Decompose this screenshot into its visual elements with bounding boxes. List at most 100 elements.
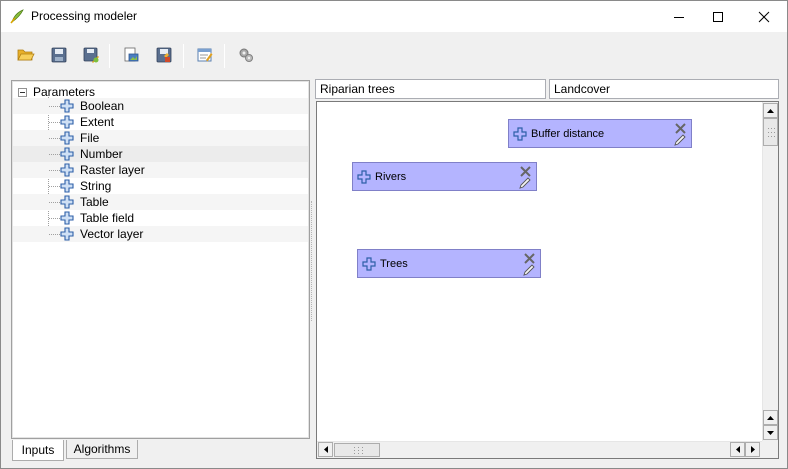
tree-item-file[interactable]: File: [13, 130, 308, 146]
tree-connector: [49, 202, 60, 203]
plus-icon: [60, 131, 74, 145]
close-icon: [758, 11, 770, 22]
remove-node-icon[interactable]: [520, 166, 531, 177]
plus-icon: [60, 147, 74, 161]
processing-modeler-window: Processing modeler Parameters Boolean Ex…: [0, 0, 788, 469]
open-model-button[interactable]: [14, 43, 38, 67]
tree-connector: [49, 186, 60, 187]
maximize-icon: [713, 11, 723, 22]
scroll-down-button[interactable]: [763, 425, 778, 440]
export-python-button[interactable]: [152, 43, 176, 67]
tree-item-table-field[interactable]: Table field: [13, 210, 308, 226]
folder-open-icon: [17, 49, 35, 61]
maximize-button[interactable]: [701, 1, 735, 32]
model-group-input[interactable]: [549, 79, 779, 99]
save-as-button[interactable]: [79, 43, 103, 67]
tree-item-label: Extent: [80, 115, 115, 129]
tree-root-label: Parameters: [33, 85, 96, 99]
run-model-button[interactable]: [234, 43, 258, 67]
vertical-scroll-thumb[interactable]: [763, 118, 778, 146]
node-label: Buffer distance: [531, 128, 605, 140]
tab-inputs-label: Inputs: [21, 443, 55, 457]
tree-item-number[interactable]: Number: [13, 146, 308, 162]
gears-icon: [239, 48, 253, 62]
tree-item-label: Boolean: [80, 99, 125, 113]
close-button[interactable]: [747, 1, 781, 32]
scroll-up-button[interactable]: [763, 103, 778, 118]
arrow-left-icon: [323, 446, 328, 453]
scroll-left-button-lower[interactable]: [730, 442, 745, 457]
model-name-input[interactable]: [315, 79, 546, 99]
tree-connector: [49, 218, 60, 219]
plus-icon: [60, 99, 74, 113]
export-image-icon: [124, 47, 139, 62]
tree-item-table[interactable]: Table: [13, 194, 308, 210]
toolbar: [1, 32, 787, 78]
remove-node-icon[interactable]: [675, 123, 686, 134]
vertical-scrollbar[interactable]: [762, 102, 778, 441]
horizontal-scrollbar[interactable]: [317, 441, 762, 458]
qgis-app-icon: [10, 9, 24, 24]
tree-item-raster-layer[interactable]: Raster layer: [13, 162, 308, 178]
plus-icon: [60, 179, 74, 193]
inputs-tree-panel: Parameters Boolean Extent File Number Raster…: [11, 80, 310, 439]
tree-connector: [49, 106, 60, 107]
tree-connector: [49, 122, 60, 123]
toolbar-separator: [183, 44, 184, 68]
tree-connector: [49, 138, 60, 139]
arrow-up-icon: [767, 108, 774, 113]
save-as-icon: [83, 47, 99, 63]
plus-icon: [513, 127, 527, 141]
save-icon: [51, 47, 67, 63]
tree-item-label: Table: [80, 195, 109, 209]
plus-icon: [60, 115, 74, 129]
horizontal-scroll-thumb[interactable]: [334, 443, 380, 457]
tree-item-extent[interactable]: Extent: [13, 114, 308, 130]
model-canvas[interactable]: Buffer distance Rivers Trees: [316, 101, 779, 459]
remove-node-icon[interactable]: [524, 253, 535, 264]
export-image-button[interactable]: [119, 43, 143, 67]
tree-item-vector-layer[interactable]: Vector layer: [13, 226, 308, 242]
toolbar-separator: [224, 44, 225, 68]
grip-icon: [768, 128, 775, 137]
window-title: Processing modeler: [31, 9, 138, 23]
minimize-button[interactable]: [662, 1, 696, 32]
tree-item-label: Vector layer: [80, 227, 144, 241]
edit-document-icon: [197, 48, 213, 62]
tab-inputs[interactable]: Inputs: [12, 440, 64, 461]
arrow-left-icon: [735, 446, 740, 453]
tree-item-string[interactable]: String: [13, 178, 308, 194]
tree-item-boolean[interactable]: Boolean: [13, 98, 308, 114]
edit-node-icon[interactable]: [674, 134, 686, 146]
canvas-node-trees[interactable]: Trees: [357, 249, 541, 278]
plus-icon: [362, 257, 376, 271]
edit-node-icon[interactable]: [519, 177, 531, 189]
collapse-icon[interactable]: [18, 87, 27, 97]
node-label: Trees: [380, 258, 408, 270]
export-script-icon: [156, 47, 172, 63]
canvas-node-rivers[interactable]: Rivers: [352, 162, 537, 191]
grip-icon: [354, 447, 363, 454]
tree-item-label: Number: [80, 147, 123, 161]
plus-icon: [357, 170, 371, 184]
scroll-right-button[interactable]: [745, 442, 760, 457]
scroll-left-button[interactable]: [318, 442, 333, 457]
splitter-handle[interactable]: [311, 201, 314, 321]
tree-item-label: File: [80, 131, 100, 145]
tab-algorithms[interactable]: Algorithms: [66, 440, 138, 459]
tree-connector: [49, 154, 60, 155]
tree-item-label: Raster layer: [80, 163, 145, 177]
scroll-up-button-lower[interactable]: [763, 410, 778, 425]
node-label: Rivers: [375, 171, 407, 183]
tree-item-label: String: [80, 179, 112, 193]
edit-help-button[interactable]: [193, 43, 217, 67]
edit-node-icon[interactable]: [523, 264, 535, 276]
tree-connector: [49, 170, 60, 171]
tree-item-label: Table field: [80, 211, 135, 225]
arrow-up-icon: [767, 415, 774, 420]
save-model-button[interactable]: [47, 43, 71, 67]
canvas-node-buffer-distance[interactable]: Buffer distance: [508, 119, 692, 148]
toolbar-separator: [109, 44, 110, 68]
title-bar: Processing modeler: [1, 1, 787, 32]
scrollbar-corner: [762, 441, 778, 458]
